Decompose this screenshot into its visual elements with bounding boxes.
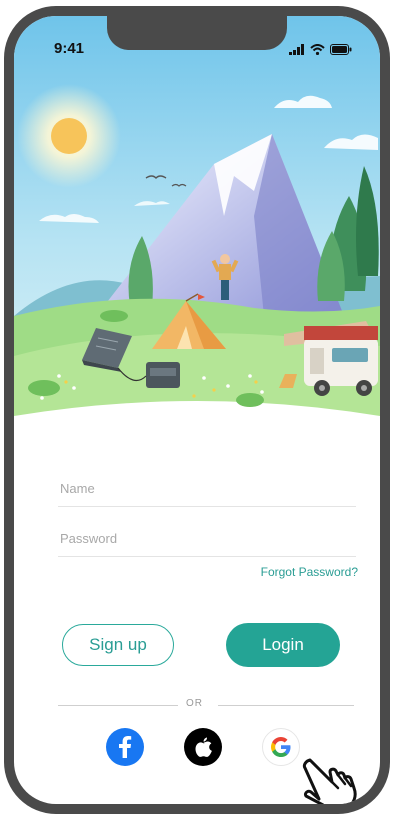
divider-left bbox=[58, 705, 178, 706]
password-field[interactable]: Password bbox=[58, 516, 356, 557]
phone-frame: 9:41 Name Password Forgot Password? Sign… bbox=[4, 6, 390, 814]
hand-pointer-icon bbox=[302, 754, 364, 804]
battery-icon bbox=[330, 42, 352, 60]
signal-icon bbox=[289, 42, 305, 60]
name-field[interactable]: Name bbox=[58, 466, 356, 507]
camping-illustration bbox=[14, 16, 380, 426]
password-placeholder: Password bbox=[60, 531, 118, 546]
facebook-icon bbox=[119, 736, 132, 758]
facebook-login-button[interactable] bbox=[106, 728, 144, 766]
divider-right bbox=[218, 705, 354, 706]
google-login-button[interactable] bbox=[262, 728, 300, 766]
app-screen: 9:41 Name Password Forgot Password? Sign… bbox=[14, 16, 380, 804]
google-icon bbox=[271, 737, 291, 757]
status-icons bbox=[289, 42, 352, 60]
login-form: Name Password Forgot Password? Sign up L… bbox=[14, 426, 380, 804]
apple-login-button[interactable] bbox=[184, 728, 222, 766]
signup-button[interactable]: Sign up bbox=[62, 624, 174, 666]
login-button[interactable]: Login bbox=[226, 623, 340, 667]
forgot-password-link[interactable]: Forgot Password? bbox=[261, 565, 358, 579]
name-placeholder: Name bbox=[60, 481, 95, 496]
apple-icon bbox=[195, 737, 212, 757]
divider-or-text: OR bbox=[186, 698, 203, 709]
notch bbox=[107, 16, 287, 50]
status-time: 9:41 bbox=[54, 40, 85, 57]
wifi-icon bbox=[310, 42, 325, 60]
